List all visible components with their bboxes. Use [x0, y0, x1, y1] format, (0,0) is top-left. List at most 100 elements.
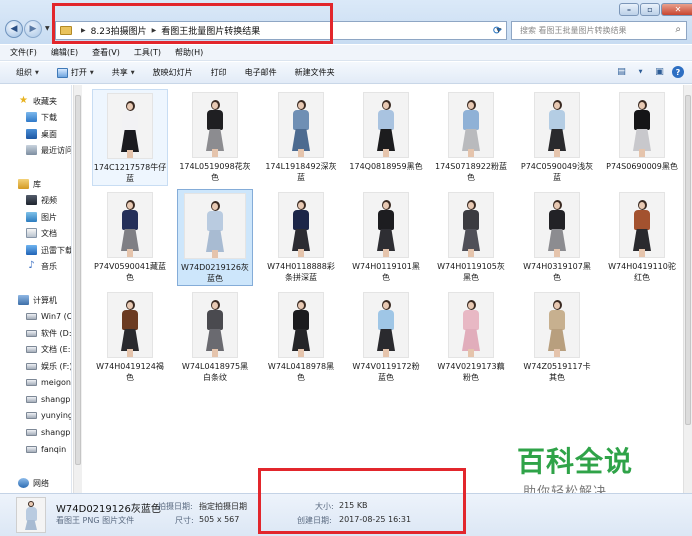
sidebar-item-music[interactable]: ♪ 音乐: [26, 259, 57, 273]
slideshow-button[interactable]: 放映幻灯片: [153, 67, 193, 78]
file-item[interactable]: W74H0419124褐色: [92, 289, 168, 386]
email-button[interactable]: 电子邮件: [245, 67, 277, 78]
sidebar-item-documents[interactable]: 文档: [26, 226, 57, 240]
breadcrumb-item[interactable]: 8.23拍摄图片: [91, 24, 147, 37]
sidebar-item-network-drive[interactable]: yunying: [26, 408, 71, 422]
maximize-icon: ▫: [647, 5, 653, 14]
thumbnail-face: [298, 302, 304, 309]
chevron-down-icon: ▼: [130, 69, 135, 76]
file-item[interactable]: W74L0418975黑白条纹: [177, 289, 253, 386]
image-thumbnail: [363, 292, 409, 358]
sidebar-favorites[interactable]: ★ 收藏夹: [18, 94, 57, 108]
file-item[interactable]: W74H0419110驼红色: [604, 189, 680, 286]
file-item[interactable]: W74H0119105灰黑色: [433, 189, 509, 286]
file-item[interactable]: 174C1217578牛仔蓝: [92, 89, 168, 186]
sidebar-item-desktop[interactable]: 桌面: [26, 127, 57, 141]
search-input[interactable]: 搜索 看图王批量图片转换结果 ⌕: [511, 21, 687, 40]
sidebar-item-drive[interactable]: 娱乐 (F:): [26, 359, 71, 373]
thumbnail-legs: [554, 149, 560, 157]
thumbnail-legs: [639, 149, 645, 157]
created-value: 2017-08-25 16:31: [339, 515, 412, 524]
sidebar-item-network-drive[interactable]: fanqin: [26, 442, 66, 456]
date-taken-value[interactable]: 指定拍摄日期: [199, 501, 247, 512]
thumbnail-bottom: [206, 230, 224, 252]
menu-tools[interactable]: 工具(T): [134, 47, 161, 58]
scrollbar-thumb[interactable]: [685, 95, 691, 425]
back-button[interactable]: ◀: [5, 20, 23, 38]
file-item[interactable]: W74V0219173藕粉色: [433, 289, 509, 386]
menu-view[interactable]: 查看(V): [92, 47, 120, 58]
thumbnail-bottom: [206, 329, 224, 351]
sidebar-item-network-drive[interactable]: shangpin: [26, 392, 71, 406]
file-item[interactable]: W74H0319107黑色: [519, 189, 595, 286]
image-thumbnail: [619, 192, 665, 258]
sidebar-libraries[interactable]: 库: [18, 177, 41, 191]
open-button[interactable]: 打开 ▼: [56, 67, 94, 78]
chevron-down-icon[interactable]: ▼: [634, 66, 647, 78]
file-item[interactable]: W74H0118888彩条拼深蓝: [263, 189, 339, 286]
thumbnail-bottom: [633, 229, 651, 251]
search-icon[interactable]: ⌕: [675, 24, 681, 35]
sidebar-network[interactable]: 网络: [18, 476, 49, 490]
organize-button[interactable]: 组织 ▼: [16, 67, 39, 78]
thumbnail-bottom: [25, 520, 37, 530]
thumbnail-top: [634, 210, 650, 230]
forward-button[interactable]: ▶: [24, 20, 42, 38]
sidebar-label: 收藏夹: [33, 96, 57, 106]
preview-pane-icon[interactable]: ▣: [653, 66, 666, 78]
change-view-icon[interactable]: ▤: [615, 66, 628, 78]
image-thumbnail: [534, 192, 580, 258]
sidebar-item-network-drive[interactable]: meigongfu: [26, 375, 71, 389]
refresh-button[interactable]: ⟳: [489, 22, 506, 39]
sidebar-computer[interactable]: 计算机: [18, 293, 57, 307]
file-item[interactable]: W74V0119172粉蓝色: [348, 289, 424, 386]
scrollbar-thumb[interactable]: [75, 95, 81, 465]
sidebar-item-network-drive[interactable]: shangpin2: [26, 425, 71, 439]
file-item[interactable]: P74V0590041藏蓝色: [92, 189, 168, 286]
file-item[interactable]: P74S0690009黑色: [604, 89, 680, 186]
share-button[interactable]: 共享 ▼: [112, 67, 135, 78]
sidebar-item-recent[interactable]: 最近访问: [26, 143, 71, 157]
sidebar-item-videos[interactable]: 视频: [26, 193, 57, 207]
arrow-right-icon: ▶: [29, 23, 37, 34]
file-item[interactable]: 174L1918492深灰蓝: [263, 89, 339, 186]
file-name: P74C0590049浅灰蓝: [520, 162, 594, 182]
sidebar-item-downloads[interactable]: 下载: [26, 110, 57, 124]
sidebar-scrollbar[interactable]: [73, 85, 82, 493]
breadcrumb-separator-icon[interactable]: ▶: [152, 27, 157, 34]
menu-edit[interactable]: 编辑(E): [51, 47, 78, 58]
new-folder-button[interactable]: 新建文件夹: [295, 67, 335, 78]
breadcrumb-item[interactable]: 看图王批量图片转换结果: [161, 24, 260, 37]
address-bar[interactable]: ▶ 8.23拍摄图片 ▶ 看图王批量图片转换结果 ▼: [55, 21, 507, 40]
sidebar-item-drive[interactable]: 文档 (E:): [26, 342, 71, 356]
sidebar-item-xunlei[interactable]: 迅雷下载: [26, 243, 71, 257]
thumbnail-legs: [298, 349, 304, 357]
breadcrumb-separator-icon[interactable]: ▶: [81, 27, 86, 34]
sidebar-item-drive[interactable]: Win7 (C:): [26, 309, 71, 323]
menu-file[interactable]: 文件(F): [10, 47, 37, 58]
open-label: 打开: [70, 68, 87, 77]
thumbnail-legs: [212, 250, 218, 258]
thumbnail-face: [298, 202, 304, 209]
recent-pages-dropdown[interactable]: ▼: [45, 25, 50, 32]
close-button[interactable]: ✕: [661, 3, 692, 16]
help-icon[interactable]: ?: [672, 66, 684, 78]
file-item[interactable]: 174S0718922粉蓝色: [433, 89, 509, 186]
sidebar-item-pictures[interactable]: 图片: [26, 210, 57, 224]
menu-help[interactable]: 帮助(H): [175, 47, 203, 58]
thumbnail-face: [212, 102, 218, 109]
file-item[interactable]: W74L0418978黑色: [263, 289, 339, 386]
file-list-scrollbar[interactable]: [683, 85, 692, 493]
file-name: W74V0219173藕粉色: [437, 362, 505, 382]
file-item[interactable]: W74Z0519117卡其色: [519, 289, 595, 386]
minimize-button[interactable]: –: [619, 3, 639, 16]
sidebar-item-drive[interactable]: 软件 (D:): [26, 326, 71, 340]
print-button[interactable]: 打印: [211, 67, 227, 78]
file-item[interactable]: 174L0519098花灰色: [177, 89, 253, 186]
thumbnail-top: [378, 310, 394, 330]
file-item[interactable]: W74D0219126灰蓝色: [177, 189, 253, 286]
maximize-button[interactable]: ▫: [640, 3, 660, 16]
file-item[interactable]: W74H0119101黑色: [348, 189, 424, 286]
file-item[interactable]: 174Q0818959黑色: [348, 89, 424, 186]
file-item[interactable]: P74C0590049浅灰蓝: [519, 89, 595, 186]
